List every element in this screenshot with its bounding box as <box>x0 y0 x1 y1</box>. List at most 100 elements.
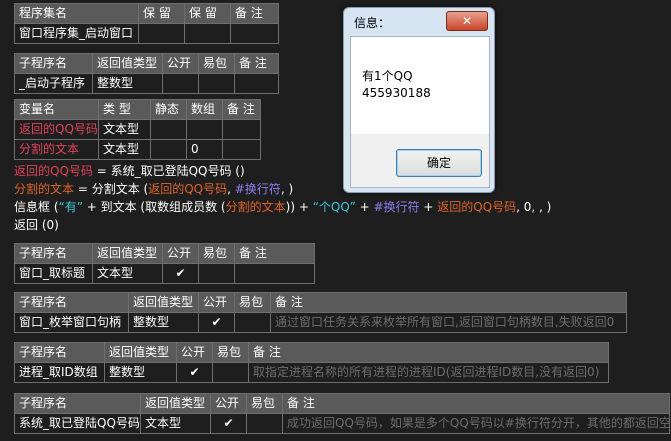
local-variables-table: 变量名 类 型 静态 数组 备 注 返回的QQ号码 文本型 分割的文本 文本型 … <box>14 99 261 160</box>
code-const: #换行符 <box>373 200 420 214</box>
code-text: , 0, , ) <box>516 200 552 214</box>
header-remark: 备 注 <box>234 243 315 264</box>
subroutine-table: 子程序名 返回值类型 公开 易包 备 注 窗口_枚举窗口句柄 整数型 ✔ 通过窗… <box>14 292 627 333</box>
remark-cell[interactable]: 取指定进程名称的所有进程的进程ID(返回进程ID数目,没有返回0) <box>248 362 609 383</box>
return-type-cell[interactable]: 文本型 <box>92 263 163 284</box>
dialog-message: 有1个QQ 455930188 <box>362 68 431 102</box>
var-name-cell[interactable]: 分割的文本 <box>14 139 99 160</box>
easy-package-cell[interactable] <box>198 73 235 94</box>
code-line-2[interactable]: 分割的文本 = 分割文本 (返回的QQ号码, #换行符, ) <box>14 180 293 198</box>
code-string: “个QQ” <box>312 200 356 214</box>
code-text: , <box>227 182 235 196</box>
remark-cell[interactable] <box>230 23 279 44</box>
header-return-type: 返回值类型 <box>128 292 199 313</box>
dialog-body: 有1个QQ 455930188 确定 <box>350 36 490 188</box>
public-check-icon[interactable]: ✔ <box>176 362 213 383</box>
header-return-type: 返回值类型 <box>140 393 211 414</box>
code-line-4[interactable]: 返回 (0) <box>14 216 59 234</box>
var-remark-cell[interactable] <box>222 139 261 160</box>
header-easy-package: 易包 <box>198 53 235 74</box>
code-text: , ) <box>280 182 294 196</box>
sub-name-cell[interactable]: 进程_取ID数组 <box>14 362 105 383</box>
header-sub-name: 子程序名 <box>14 53 93 74</box>
sub-name-cell[interactable]: _启动子程序 <box>14 73 93 94</box>
code-text: )) + <box>285 200 313 214</box>
header-public: 公开 <box>176 342 213 363</box>
assembly-table: 程序集名 保 留 保 留 备 注 窗口程序集_启动窗口 <box>14 3 279 44</box>
remark-cell[interactable]: 成功返回QQ号码，如果是多个QQ号码以#换行符分开，其他的都返回空 <box>282 413 670 434</box>
code-text: = 系统_取已登陆QQ号码 () <box>92 164 245 178</box>
code-text: 信息框 ( <box>14 200 59 214</box>
header-reserved-2: 保 留 <box>184 3 231 24</box>
header-remark: 备 注 <box>230 3 279 24</box>
var-array-cell[interactable]: 0 <box>186 139 223 160</box>
header-return-type: 返回值类型 <box>104 342 177 363</box>
sub-name-cell[interactable]: 系统_取已登陆QQ号码 <box>14 413 141 434</box>
var-remark-cell[interactable] <box>222 119 261 140</box>
return-type-cell[interactable]: 文本型 <box>140 413 211 434</box>
sub-name-cell[interactable]: 窗口_枚举窗口句柄 <box>14 312 129 333</box>
header-easy-package: 易包 <box>246 393 283 414</box>
easy-package-cell[interactable] <box>246 413 283 434</box>
header-assembly-name: 程序集名 <box>14 3 139 24</box>
remark-cell[interactable]: 通过窗口任务关系来枚举所有窗口,返回窗口句柄数目,失败返回0 <box>270 312 627 333</box>
sub-name-cell[interactable]: 窗口_取标题 <box>14 263 93 284</box>
remark-cell[interactable] <box>234 263 315 284</box>
dialog-title: 信息： <box>354 16 391 30</box>
header-var-name: 变量名 <box>14 99 99 120</box>
header-remark: 备 注 <box>270 292 627 313</box>
code-text: + <box>419 200 438 214</box>
code-text: 返回 (0) <box>14 218 59 232</box>
header-reserved-1: 保 留 <box>138 3 185 24</box>
return-type-cell[interactable]: 整数型 <box>92 73 163 94</box>
var-type-cell[interactable]: 文本型 <box>98 139 151 160</box>
code-line-3[interactable]: 信息框 (“有” + 到文本 (取数组成员数 (分割的文本)) + “个QQ” … <box>14 198 551 216</box>
ok-button[interactable]: 确定 <box>396 149 482 177</box>
header-sub-name: 子程序名 <box>14 243 93 264</box>
code-text: + <box>355 200 374 214</box>
header-array: 数组 <box>186 99 223 120</box>
var-static-cell[interactable] <box>150 139 187 160</box>
header-remark: 备 注 <box>234 53 279 74</box>
header-remark: 备 注 <box>282 393 670 414</box>
code-text: = 分割文本 ( <box>74 182 149 196</box>
header-public: 公开 <box>198 292 235 313</box>
public-cell[interactable] <box>162 73 199 94</box>
code-var: 分割的文本 <box>14 182 75 196</box>
dialog-message-line-1: 有1个QQ <box>362 69 413 83</box>
header-type: 类 型 <box>98 99 151 120</box>
assembly-name-cell[interactable]: 窗口程序集_启动窗口 <box>14 23 139 44</box>
code-var: 返回的QQ号码 <box>437 200 517 214</box>
var-name-cell[interactable]: 返回的QQ号码 <box>14 119 99 140</box>
easy-package-cell[interactable] <box>198 263 235 284</box>
code-string: “有” <box>58 200 83 214</box>
reserved-cell-1[interactable] <box>138 23 185 44</box>
header-static: 静态 <box>150 99 187 120</box>
public-check-icon[interactable]: ✔ <box>198 312 235 333</box>
easy-package-cell[interactable] <box>234 312 271 333</box>
code-var: 返回的QQ号码 <box>14 164 93 178</box>
close-icon[interactable]: ✕ <box>446 11 488 31</box>
easy-package-cell[interactable] <box>212 362 249 383</box>
header-public: 公开 <box>210 393 247 414</box>
message-box-dialog: 信息： ✕ 有1个QQ 455930188 确定 <box>343 7 495 193</box>
subroutine-table: 子程序名 返回值类型 公开 易包 备 注 进程_取ID数组 整数型 ✔ 取指定进… <box>14 342 609 383</box>
remark-cell[interactable] <box>234 73 279 94</box>
code-line-1[interactable]: 返回的QQ号码 = 系统_取已登陆QQ号码 () <box>14 162 245 180</box>
var-static-cell[interactable] <box>150 119 187 140</box>
header-easy-package: 易包 <box>198 243 235 264</box>
dialog-message-line-2: 455930188 <box>362 86 431 100</box>
reserved-cell-2[interactable] <box>184 23 231 44</box>
header-return-type: 返回值类型 <box>92 243 163 264</box>
var-array-cell[interactable] <box>186 119 223 140</box>
header-sub-name: 子程序名 <box>14 393 141 414</box>
public-check-icon[interactable]: ✔ <box>210 413 247 434</box>
var-type-cell[interactable]: 文本型 <box>98 119 151 140</box>
return-type-cell[interactable]: 整数型 <box>104 362 177 383</box>
header-sub-name: 子程序名 <box>14 292 129 313</box>
header-easy-package: 易包 <box>212 342 249 363</box>
header-remark: 备 注 <box>248 342 609 363</box>
return-type-cell[interactable]: 整数型 <box>128 312 199 333</box>
header-public: 公开 <box>162 243 199 264</box>
public-check-icon[interactable]: ✔ <box>162 263 199 284</box>
